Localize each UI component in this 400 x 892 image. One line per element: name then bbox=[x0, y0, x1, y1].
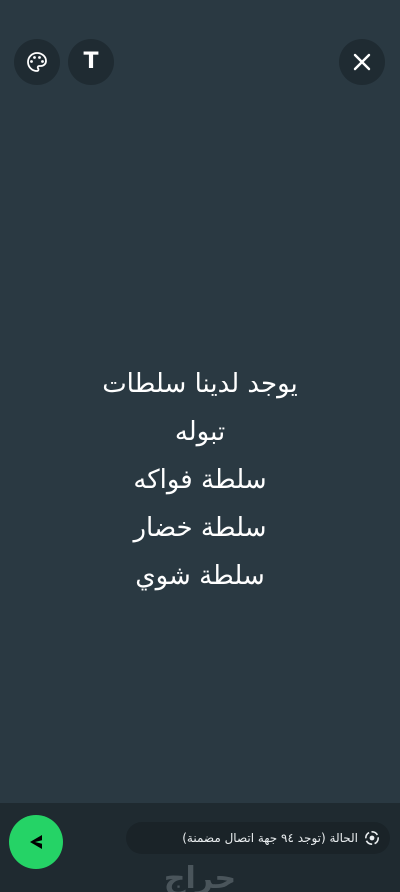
haraj-watermark-logo: حراج bbox=[164, 861, 236, 892]
close-icon bbox=[353, 53, 371, 71]
palette-icon bbox=[27, 52, 47, 72]
privacy-label: الحالة (توجد ٩٤ جهة اتصال مضمنة) bbox=[182, 831, 358, 845]
status-line: سلطة شوي bbox=[135, 561, 265, 591]
status-text-content[interactable]: يوجد لدينا سلطات تبوله سلطة فواكه سلطة خ… bbox=[0, 360, 400, 600]
status-line: يوجد لدينا سلطات bbox=[102, 369, 298, 399]
status-privacy-icon bbox=[365, 831, 379, 845]
status-line: تبوله bbox=[174, 417, 226, 447]
status-privacy-chip[interactable]: الحالة (توجد ٩٤ جهة اتصال مضمنة) bbox=[126, 822, 390, 854]
send-button[interactable] bbox=[9, 815, 63, 869]
status-line: سلطة فواكه bbox=[133, 465, 267, 495]
color-palette-button[interactable] bbox=[14, 39, 60, 85]
text-font-button[interactable]: T bbox=[68, 39, 114, 85]
text-icon: T bbox=[83, 49, 99, 74]
svg-text:حراج: حراج bbox=[164, 861, 236, 892]
send-icon bbox=[30, 835, 42, 849]
close-button[interactable] bbox=[339, 39, 385, 85]
status-line: سلطة خضار bbox=[133, 513, 267, 543]
